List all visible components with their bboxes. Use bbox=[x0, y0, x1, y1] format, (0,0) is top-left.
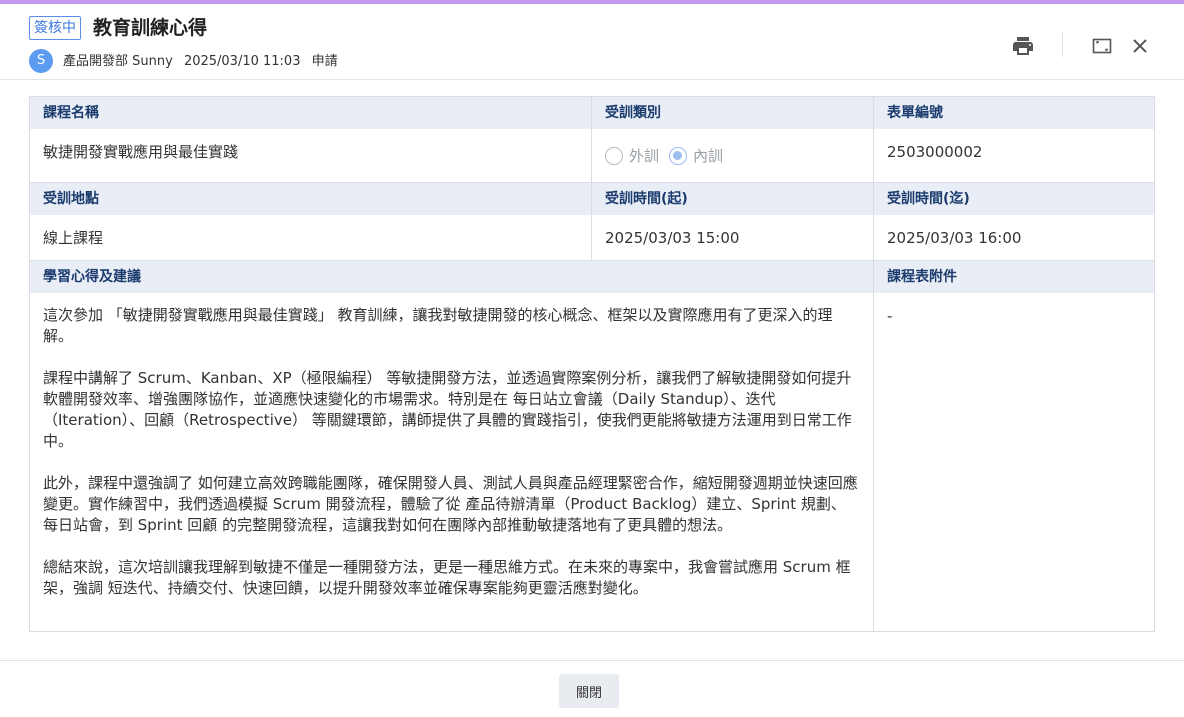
radio-internal[interactable] bbox=[669, 146, 688, 165]
location-value: 線上課程 bbox=[30, 215, 591, 261]
training-type-cell: 受訓類別 外訓 內訓 bbox=[592, 97, 874, 183]
dialog-footer: 關閉 bbox=[0, 660, 1184, 717]
reflection-paragraph: 此外，課程中還強調了 如何建立高效跨職能團隊，確保開發人員、測試人員與產品經理緊… bbox=[43, 474, 858, 534]
form-row-reflection: 學習心得及建議 這次參加 「敏捷開發實戰應用與最佳實踐」 教育訓練，讓我對敏捷開… bbox=[30, 261, 1154, 631]
applicant-datetime: 2025/03/10 11:03 bbox=[183, 54, 301, 69]
reflection-paragraph: 總結來說，這次培訓讓我理解到敏捷不僅是一種開發方法，更是一種思維方式。在未來的專… bbox=[43, 558, 851, 597]
maximize-icon bbox=[1092, 38, 1112, 54]
start-time-label: 受訓時間(起) bbox=[592, 183, 873, 215]
end-time-value: 2025/03/03 16:00 bbox=[874, 215, 1154, 261]
radio-external[interactable] bbox=[605, 146, 623, 165]
course-name-value: 敏捷開發實戰應用與最佳實踐 bbox=[30, 129, 591, 183]
reflection-text: 這次參加 「敏捷開發實戰應用與最佳實踐」 教育訓練，讓我對敏捷開發的核心概念、框… bbox=[30, 293, 873, 631]
reflection-paragraph: 課程中講解了 Scrum、Kanban、XP（極限編程） 等敏捷開發方法，並透過… bbox=[43, 369, 852, 450]
applicant-info: 產品開發部 Sunny 2025/03/10 11:03 申請 bbox=[63, 53, 345, 71]
form-row-location: 受訓地點 線上課程 受訓時間(起) 2025/03/03 15:00 受訓時間(… bbox=[30, 183, 1154, 261]
close-button[interactable] bbox=[1126, 32, 1154, 60]
location-cell: 受訓地點 線上課程 bbox=[30, 183, 592, 261]
attachment-cell: 課程表附件 - bbox=[874, 261, 1154, 631]
close-dialog-button[interactable]: 關閉 bbox=[559, 674, 619, 708]
reflection-label: 學習心得及建議 bbox=[30, 261, 873, 293]
radio-external-label: 外訓 bbox=[629, 146, 660, 165]
training-type-label: 受訓類別 bbox=[592, 97, 873, 129]
attachment-label: 課程表附件 bbox=[874, 261, 1154, 293]
maximize-button[interactable] bbox=[1088, 32, 1116, 60]
dialog-header: 簽核中 教育訓練心得 S 產品開發部 Sunny 2025/03/10 11:0… bbox=[0, 4, 1184, 80]
form-no-cell: 表單編號 2503000002 bbox=[874, 97, 1154, 183]
start-time-value: 2025/03/03 15:00 bbox=[592, 215, 873, 261]
page-title: 教育訓練心得 bbox=[93, 17, 208, 39]
applicant-department: 產品開發部 Sunny bbox=[63, 54, 173, 69]
end-time-label: 受訓時間(迄) bbox=[874, 183, 1154, 215]
print-button[interactable] bbox=[1009, 32, 1037, 60]
print-icon bbox=[1013, 37, 1033, 55]
form-row-course: 課程名稱 敏捷開發實戰應用與最佳實踐 受訓類別 外訓 內訓 表單編號 25030… bbox=[30, 97, 1154, 183]
form-no-label: 表單編號 bbox=[874, 97, 1154, 129]
course-name-label: 課程名稱 bbox=[30, 97, 591, 129]
avatar: S bbox=[29, 49, 53, 73]
training-type-radio-group: 外訓 內訓 bbox=[592, 129, 873, 183]
reflection-cell: 學習心得及建議 這次參加 「敏捷開發實戰應用與最佳實踐」 教育訓練，讓我對敏捷開… bbox=[30, 261, 874, 631]
location-label: 受訓地點 bbox=[30, 183, 591, 215]
status-badge: 簽核中 bbox=[29, 16, 81, 40]
reflection-paragraph: 這次參加 「敏捷開發實戰應用與最佳實踐」 教育訓練，讓我對敏捷開發的核心概念、框… bbox=[43, 306, 833, 345]
form-table: 課程名稱 敏捷開發實戰應用與最佳實踐 受訓類別 外訓 內訓 表單編號 25030… bbox=[29, 96, 1155, 632]
form-no-value: 2503000002 bbox=[874, 129, 1154, 183]
start-time-cell: 受訓時間(起) 2025/03/03 15:00 bbox=[592, 183, 874, 261]
attachment-value: - bbox=[887, 307, 893, 325]
radio-internal-label: 內訓 bbox=[693, 146, 724, 165]
close-icon bbox=[1133, 39, 1147, 53]
course-name-cell: 課程名稱 敏捷開發實戰應用與最佳實踐 bbox=[30, 97, 592, 183]
header-divider bbox=[1062, 32, 1063, 57]
applicant-action: 申請 bbox=[311, 54, 338, 69]
end-time-cell: 受訓時間(迄) 2025/03/03 16:00 bbox=[874, 183, 1154, 261]
